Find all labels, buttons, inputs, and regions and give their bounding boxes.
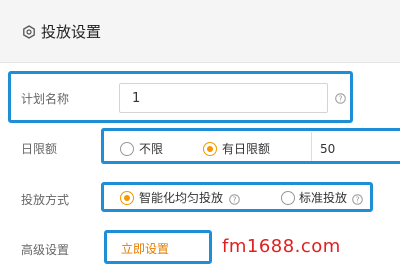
delivery-method-label: 投放方式 (21, 193, 70, 207)
highlight-box-advanced (104, 230, 212, 264)
highlight-box-plan-name (8, 71, 353, 123)
daily-budget-label: 日限额 (21, 142, 58, 156)
advanced-settings-label: 高级设置 (21, 243, 70, 257)
highlight-box-delivery-method (101, 182, 373, 212)
watermark-text: fm1688.com (222, 236, 341, 257)
section-title: 投放设置 (41, 23, 102, 41)
section-header: 投放设置 (0, 0, 400, 63)
hexagon-settings-icon (23, 25, 35, 39)
highlight-box-daily-budget (101, 128, 400, 164)
